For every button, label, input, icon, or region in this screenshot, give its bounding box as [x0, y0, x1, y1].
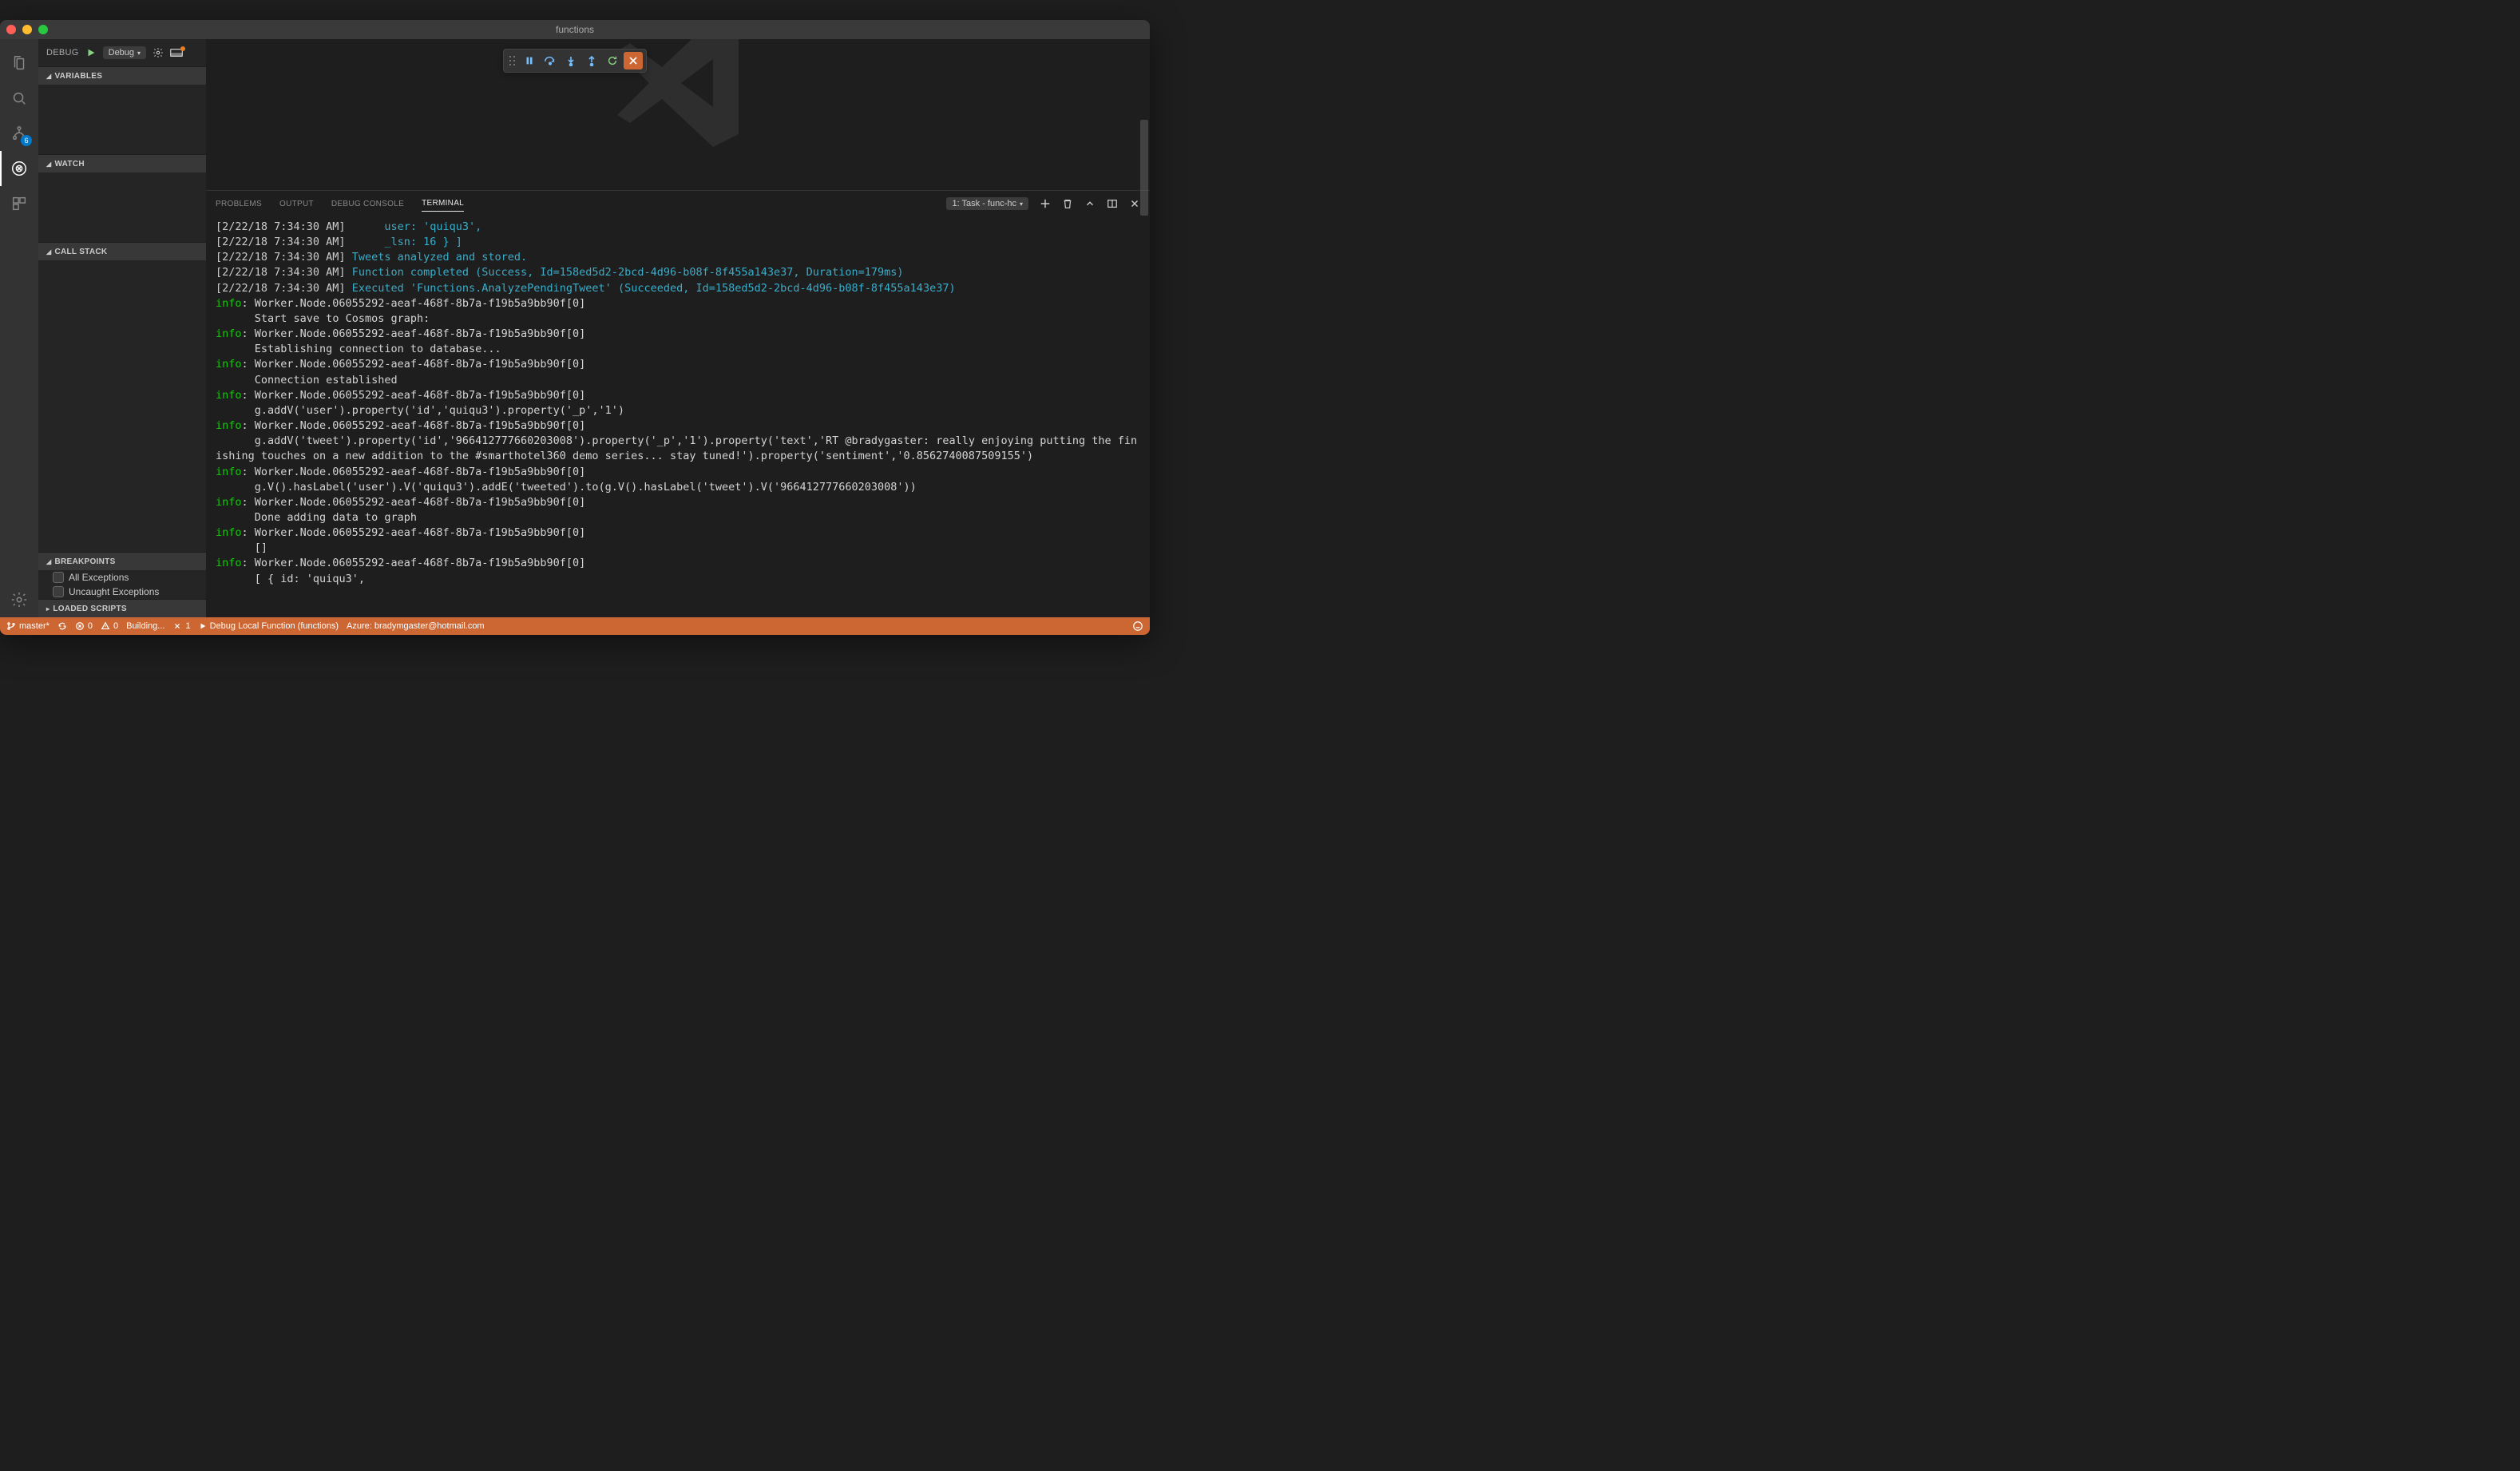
building-label: Building...	[126, 621, 164, 631]
feedback-smiley-icon[interactable]	[1132, 621, 1143, 632]
new-terminal-button[interactable]	[1040, 198, 1051, 209]
chevron-down-icon: ◢	[46, 558, 51, 565]
app-window: functions 6	[0, 20, 1150, 635]
debug-config-dropdown[interactable]: Debug ▾	[103, 46, 146, 59]
pause-button[interactable]	[520, 52, 539, 69]
maximize-window-button[interactable]	[38, 25, 48, 34]
chevron-down-icon: ◢	[46, 161, 51, 168]
body-area: 6 DEBUG Debug ▾	[0, 39, 1150, 617]
scm-badge: 6	[21, 135, 32, 146]
terminal-scrollbar[interactable]	[1140, 65, 1148, 614]
titlebar: functions	[0, 20, 1150, 39]
debug-header-label: DEBUG	[46, 48, 79, 57]
chevron-right-icon: ▸	[46, 605, 50, 613]
breakpoints-label: BREAKPOINTS	[54, 557, 115, 566]
main-area: PROBLEMS OUTPUT DEBUG CONSOLE TERMINAL 1…	[206, 39, 1150, 617]
restart-button[interactable]	[603, 52, 622, 69]
split-terminal-button[interactable]	[1107, 198, 1118, 209]
debug-icon[interactable]	[0, 151, 38, 186]
editor-background	[206, 39, 1150, 190]
terminal-output[interactable]: [2/22/18 7:34:30 AM] user: 'quiqu3',[2/2…	[206, 216, 1150, 617]
breakpoint-checkbox[interactable]	[53, 572, 64, 583]
variables-section: ◢ VARIABLES	[38, 66, 206, 154]
debug-settings-gear-icon[interactable]	[153, 47, 164, 58]
search-icon[interactable]	[0, 81, 38, 116]
variables-header[interactable]: ◢ VARIABLES	[38, 67, 206, 85]
forks-status[interactable]: 1	[172, 621, 190, 631]
breakpoint-label: Uncaught Exceptions	[69, 586, 159, 597]
sync-status[interactable]	[57, 621, 67, 631]
kill-terminal-button[interactable]	[1062, 198, 1073, 209]
terminal-selected-label: 1: Task - func-hc	[952, 199, 1016, 208]
variables-label: VARIABLES	[54, 72, 102, 81]
git-branch-status[interactable]: master*	[6, 621, 50, 631]
panel-up-icon[interactable]	[1084, 198, 1096, 209]
chevron-down-icon: ▾	[137, 50, 141, 57]
forks-count: 1	[185, 621, 190, 631]
stop-button[interactable]	[624, 52, 643, 69]
debug-target-status[interactable]: Debug Local Function (functions)	[199, 621, 339, 631]
drag-handle-icon[interactable]	[507, 54, 518, 68]
source-control-icon[interactable]: 6	[0, 116, 38, 151]
minimize-window-button[interactable]	[22, 25, 32, 34]
loaded-scripts-label: LOADED SCRIPTS	[53, 605, 127, 613]
watch-label: WATCH	[54, 160, 84, 169]
window-title: functions	[556, 24, 594, 35]
bottom-panel: PROBLEMS OUTPUT DEBUG CONSOLE TERMINAL 1…	[206, 190, 1150, 617]
tab-problems[interactable]: PROBLEMS	[216, 196, 262, 212]
close-panel-button[interactable]	[1129, 198, 1140, 209]
loaded-scripts-header[interactable]: ▸ LOADED SCRIPTS	[38, 600, 206, 617]
statusbar: master* 0 0 Building... 1 Debug Local Fu…	[0, 617, 1150, 635]
callstack-section: ◢ CALL STACK	[38, 242, 206, 552]
settings-gear-icon[interactable]	[0, 582, 38, 617]
debug-config-selected: Debug	[109, 48, 134, 57]
panel-tabs: PROBLEMS OUTPUT DEBUG CONSOLE TERMINAL 1…	[206, 191, 1150, 216]
breakpoints-header[interactable]: ◢ BREAKPOINTS	[38, 553, 206, 570]
branch-name: master*	[19, 621, 50, 631]
breakpoint-checkbox[interactable]	[53, 586, 64, 597]
debug-target-label: Debug Local Function (functions)	[210, 621, 339, 631]
building-status[interactable]: Building...	[126, 621, 164, 631]
activity-bar: 6	[0, 39, 38, 617]
start-debug-button[interactable]	[85, 47, 97, 58]
callstack-header[interactable]: ◢ CALL STACK	[38, 243, 206, 260]
debug-console-toggle-icon[interactable]	[170, 47, 183, 58]
terminal-select-dropdown[interactable]: 1: Task - func-hc ▾	[946, 197, 1028, 210]
tab-output[interactable]: OUTPUT	[279, 196, 314, 212]
scrollbar-thumb[interactable]	[1140, 120, 1148, 216]
debug-header: DEBUG Debug ▾	[38, 39, 206, 66]
warnings-count: 0	[113, 621, 118, 631]
explorer-icon[interactable]	[0, 46, 38, 81]
errors-count: 0	[88, 621, 93, 631]
close-window-button[interactable]	[6, 25, 16, 34]
watch-section: ◢ WATCH	[38, 154, 206, 242]
window-controls	[6, 25, 48, 34]
errors-status[interactable]: 0	[75, 621, 93, 631]
notification-dot-icon	[180, 46, 185, 51]
step-into-button[interactable]	[561, 52, 580, 69]
warnings-status[interactable]: 0	[101, 621, 118, 631]
step-over-button[interactable]	[541, 52, 560, 69]
watch-header[interactable]: ◢ WATCH	[38, 155, 206, 172]
azure-account-status[interactable]: Azure: bradymgaster@hotmail.com	[347, 621, 485, 631]
debug-sidebar: DEBUG Debug ▾ ◢ VARI	[38, 39, 206, 617]
breakpoints-section: ◢ BREAKPOINTS All Exceptions Uncaught Ex…	[38, 552, 206, 599]
chevron-down-icon: ◢	[46, 248, 51, 256]
loaded-scripts-section: ▸ LOADED SCRIPTS	[38, 599, 206, 617]
azure-account-label: Azure: bradymgaster@hotmail.com	[347, 621, 485, 631]
tab-debug-console[interactable]: DEBUG CONSOLE	[331, 196, 404, 212]
callstack-label: CALL STACK	[54, 248, 107, 256]
debug-toolbar	[503, 49, 647, 73]
tab-terminal[interactable]: TERMINAL	[422, 196, 464, 212]
chevron-down-icon: ▾	[1020, 200, 1023, 208]
extensions-icon[interactable]	[0, 186, 38, 221]
breakpoint-item: Uncaught Exceptions	[38, 585, 206, 599]
step-out-button[interactable]	[582, 52, 601, 69]
chevron-down-icon: ◢	[46, 73, 51, 80]
breakpoint-label: All Exceptions	[69, 572, 129, 583]
breakpoint-item: All Exceptions	[38, 570, 206, 585]
